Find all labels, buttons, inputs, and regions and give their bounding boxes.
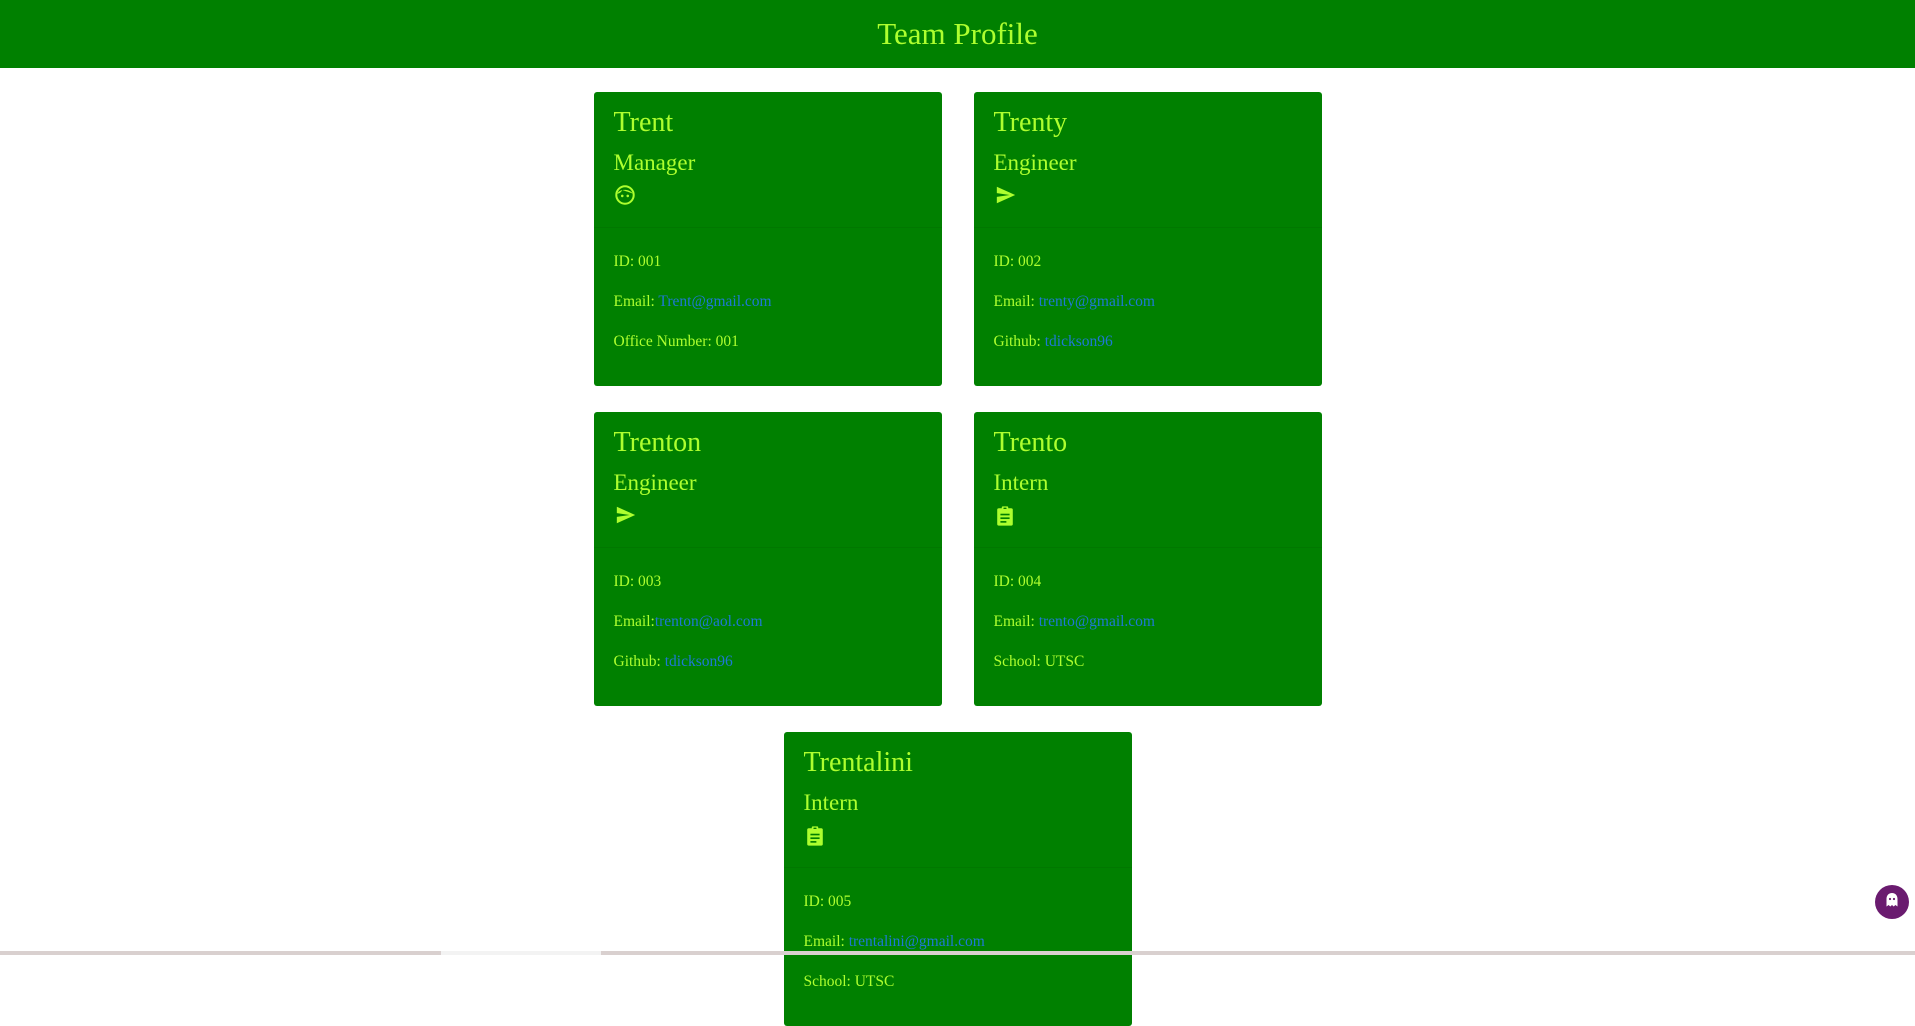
ghost-icon — [1885, 892, 1899, 913]
horizontal-scrollbar[interactable] — [0, 951, 1915, 955]
employee-card: Trenty Engineer ID: 002 Email: trenty@gm… — [973, 92, 1322, 386]
github-label: Github: — [613, 653, 665, 670]
employee-id: ID: 003 — [613, 573, 662, 590]
card-body: ID: 002 Email: trenty@gmail.com Github: … — [974, 228, 1322, 362]
card-header: Trenty Engineer — [973, 92, 1322, 228]
card-body: ID: 005 Email: trentalini@gmail.com Scho… — [784, 868, 1132, 1002]
employee-role: Engineer — [993, 150, 1077, 175]
employee-name: Trento — [993, 427, 1068, 458]
employee-id: ID: 004 — [993, 573, 1042, 590]
scrollbar-thumb[interactable] — [441, 951, 601, 955]
card-body: ID: 003 Email:trenton@aol.com Github: td… — [594, 548, 942, 682]
school-row: School: UTSC — [993, 653, 1085, 670]
email-link[interactable]: trenty@gmail.com — [1039, 293, 1155, 310]
page-title: Team Profile — [877, 16, 1038, 51]
employee-id: ID: 001 — [613, 253, 662, 270]
school-row: School: UTSC — [803, 973, 895, 990]
card-header: Trent Manager — [593, 92, 942, 228]
employee-email-row: Email: trenty@gmail.com — [994, 282, 1302, 322]
email-link[interactable]: Trent@gmail.com — [658, 293, 771, 310]
email-link[interactable]: trenton@aol.com — [655, 613, 763, 630]
employee-role: Manager — [613, 150, 696, 175]
employee-email-row: Email: trentalini@gmail.com — [804, 922, 1112, 962]
clipboard-icon — [994, 504, 1018, 528]
employee-id: ID: 002 — [993, 253, 1042, 270]
github-link[interactable]: tdickson96 — [665, 653, 733, 670]
card-header: Trentalini Intern — [783, 732, 1132, 868]
email-label: Email: — [613, 293, 659, 310]
employee-card: Trento Intern ID: 004 Email: trento@gmai… — [973, 412, 1322, 706]
employee-name: Trenton — [613, 427, 702, 458]
employee-email-row: Email: trento@gmail.com — [994, 602, 1302, 642]
employee-name: Trent — [613, 107, 674, 138]
card-header: Trenton Engineer — [593, 412, 942, 548]
employee-role: Intern — [993, 470, 1049, 495]
send-icon — [614, 504, 638, 528]
email-link[interactable]: trentalini@gmail.com — [849, 933, 985, 950]
employee-card: Trent Manager ID: 001 Email: Trent@gmail… — [593, 92, 942, 386]
face-icon — [614, 184, 638, 208]
email-label: Email: — [803, 933, 849, 950]
email-link[interactable]: trento@gmail.com — [1039, 613, 1155, 630]
github-label: Github: — [993, 333, 1045, 350]
email-label: Email: — [613, 613, 655, 630]
employee-id: ID: 005 — [803, 893, 852, 910]
send-icon — [994, 184, 1018, 208]
employee-email-row: Email: Trent@gmail.com — [614, 282, 922, 322]
floating-extension-button[interactable] — [1875, 885, 1909, 919]
employee-name: Trenty — [993, 107, 1068, 138]
github-link[interactable]: tdickson96 — [1045, 333, 1113, 350]
email-label: Email: — [993, 613, 1039, 630]
employee-name: Trentalini — [803, 747, 913, 778]
card-body: ID: 004 Email: trento@gmail.com School: … — [974, 548, 1322, 682]
github-row: Github: tdickson96 — [994, 322, 1302, 362]
card-body: ID: 001 Email: Trent@gmail.com Office Nu… — [594, 228, 942, 362]
team-cards: Trent Manager ID: 001 Email: Trent@gmail… — [0, 92, 1915, 1026]
employee-email-row: Email:trenton@aol.com — [614, 602, 922, 642]
page-header: Team Profile — [0, 0, 1915, 68]
office-number: Office Number: 001 — [613, 333, 739, 350]
employee-role: Engineer — [613, 470, 697, 495]
github-row: Github: tdickson96 — [614, 642, 922, 682]
employee-card: Trenton Engineer ID: 003 Email:trenton@a… — [593, 412, 942, 706]
card-header: Trento Intern — [973, 412, 1322, 548]
employee-card: Trentalini Intern ID: 005 Email: trental… — [783, 732, 1132, 1026]
employee-role: Intern — [803, 790, 859, 815]
email-label: Email: — [993, 293, 1039, 310]
clipboard-icon — [804, 824, 828, 848]
